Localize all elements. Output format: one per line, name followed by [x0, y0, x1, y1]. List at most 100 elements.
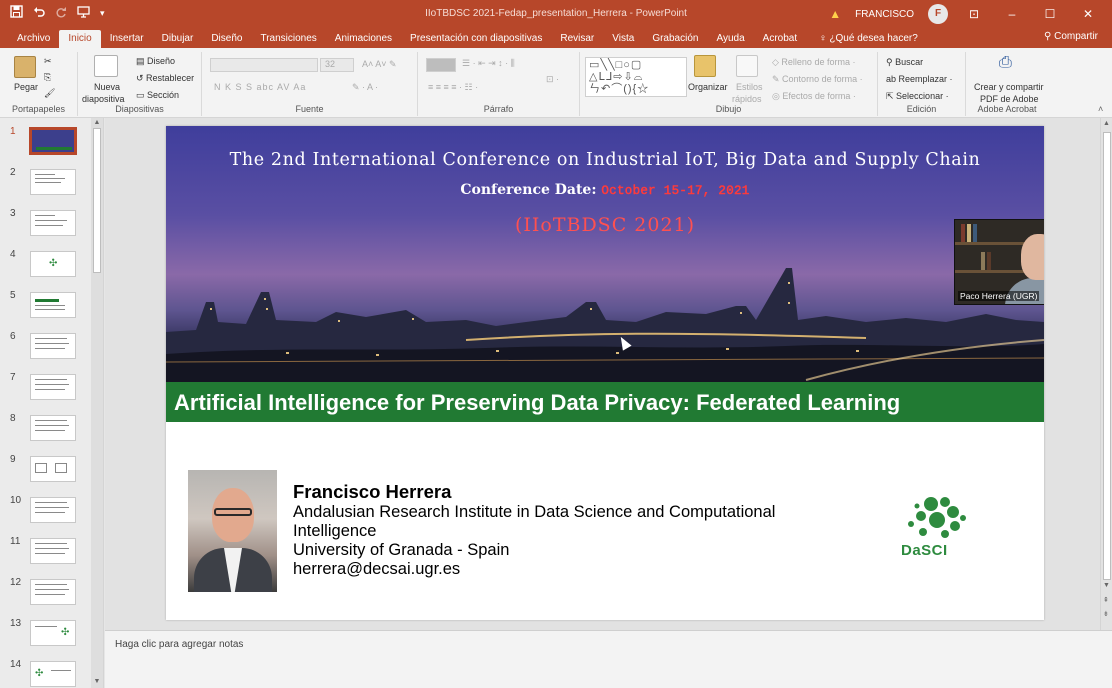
dasci-logo[interactable]: DaSCI: [891, 494, 981, 566]
close-icon[interactable]: ✕: [1076, 7, 1100, 21]
thumbnail-10[interactable]: 10: [0, 495, 92, 535]
tell-me-search[interactable]: ♀ ¿Qué desea hacer?: [810, 30, 927, 48]
tab-inicio[interactable]: Inicio: [59, 30, 101, 48]
paste-icon[interactable]: [14, 56, 36, 78]
notes-pane[interactable]: Haga clic para agregar notas: [105, 630, 1112, 688]
thumbnail-image[interactable]: [30, 456, 76, 482]
create-pdf-label-1[interactable]: Crear y compartir: [974, 82, 1044, 92]
thumbnail-image[interactable]: [30, 538, 76, 564]
tab-transiciones[interactable]: Transiciones: [251, 30, 325, 48]
new-slide-label-1[interactable]: Nueva: [94, 82, 120, 92]
scroll-up-icon[interactable]: ▲: [1103, 120, 1110, 127]
thumbnail-5[interactable]: 5: [0, 290, 92, 330]
arrange-button[interactable]: Organizar: [688, 82, 728, 92]
font-format-buttons[interactable]: N K S S abc AV Aa: [214, 82, 306, 92]
tab-insertar[interactable]: Insertar: [101, 30, 153, 48]
thumbnail-9[interactable]: 9: [0, 454, 92, 494]
quick-styles-label-1[interactable]: Estilos: [736, 82, 763, 92]
thumbnail-image[interactable]: [30, 333, 76, 359]
thumbnail-11[interactable]: 11: [0, 536, 92, 576]
thumbnail-4[interactable]: 4 ✣: [0, 249, 92, 289]
share-pdf-icon[interactable]: ⎙: [999, 54, 1012, 72]
tab-vista[interactable]: Vista: [603, 30, 643, 48]
create-pdf-label-2[interactable]: PDF de Adobe: [980, 94, 1039, 104]
reset-button[interactable]: ↺ Restablecer: [136, 73, 194, 84]
thumbnail-14[interactable]: 14 ✣: [0, 659, 92, 688]
thumbnail-image[interactable]: [29, 127, 77, 155]
avatar[interactable]: F: [928, 4, 948, 24]
warning-icon[interactable]: ▲: [829, 7, 841, 21]
thumbnail-image[interactable]: [30, 210, 76, 236]
thumbnail-image[interactable]: [30, 169, 76, 195]
tab-diseno[interactable]: Diseño: [202, 30, 251, 48]
arrange-icon[interactable]: [694, 55, 716, 77]
editor-scrollbar[interactable]: ▲ ▼ ⇞ ⇟: [1100, 118, 1112, 630]
slide-canvas[interactable]: The 2nd International Conference on Indu…: [166, 126, 1044, 620]
font-color-icon[interactable]: ✎ · A ·: [352, 82, 378, 93]
thumbnail-12[interactable]: 12: [0, 577, 92, 617]
previous-slide-icon[interactable]: ⇞: [1103, 596, 1109, 604]
tab-dibujar[interactable]: Dibujar: [153, 30, 203, 48]
thumbnail-3[interactable]: 3: [0, 208, 92, 248]
tab-presentacion[interactable]: Presentación con diapositivas: [401, 30, 551, 48]
shape-fill-button[interactable]: ◇ Relleno de forma ·: [772, 57, 855, 68]
tab-animaciones[interactable]: Animaciones: [326, 30, 401, 48]
shapes-gallery[interactable]: ▭╲╲□○▢ △ᒪᒧ⇨⇩⌓ ㄣ↶⌒(){☆: [585, 57, 687, 97]
tab-grabacion[interactable]: Grabación: [643, 30, 707, 48]
font-name-select[interactable]: [210, 58, 318, 72]
talk-title[interactable]: Artificial Intelligence for Preserving D…: [174, 390, 900, 416]
maximize-icon[interactable]: ☐: [1038, 7, 1062, 21]
collapse-ribbon-icon[interactable]: ˄: [1098, 104, 1103, 114]
scrollbar-thumb[interactable]: [93, 128, 101, 273]
quick-styles-label-2[interactable]: rápidos: [732, 94, 762, 104]
thumbnail-13[interactable]: 13 ✣: [0, 618, 92, 658]
font-size-select[interactable]: 32: [320, 58, 354, 72]
thumbnail-image[interactable]: [30, 415, 76, 441]
thumbnail-image[interactable]: [30, 497, 76, 523]
tab-ayuda[interactable]: Ayuda: [707, 30, 753, 48]
thumbnail-image[interactable]: ✣: [30, 620, 76, 646]
thumbnail-image[interactable]: [30, 579, 76, 605]
scroll-up-icon[interactable]: ▲: [93, 119, 101, 126]
notes-placeholder[interactable]: Haga clic para agregar notas: [115, 639, 243, 650]
thumbnail-scrollbar[interactable]: ▲ ▼: [91, 118, 103, 688]
align-icons[interactable]: ≡ ≡ ≡ ≡ · ☷ ·: [428, 82, 478, 93]
thumbnail-1[interactable]: 1: [0, 126, 92, 166]
minimize-icon[interactable]: –: [1000, 7, 1024, 21]
text-direction-icon[interactable]: ⊡ ·: [546, 74, 559, 85]
ribbon-display-icon[interactable]: ⊡: [962, 7, 986, 21]
next-slide-icon[interactable]: ⇟: [1103, 610, 1109, 618]
numbering-icon[interactable]: ☰ · ⇤ ⇥ ↕ · ⫼: [462, 58, 515, 69]
bullets-icon[interactable]: [426, 58, 456, 72]
replace-button[interactable]: ab Reemplazar ·: [886, 74, 953, 84]
conference-date[interactable]: Conference Date: October 15-17, 2021: [166, 182, 1044, 198]
new-slide-label-2[interactable]: diapositiva: [82, 94, 125, 104]
grow-font-icon[interactable]: A˄ A˅ ✎: [362, 59, 397, 70]
quick-styles-icon[interactable]: [736, 55, 758, 77]
thumbnail-2[interactable]: 2: [0, 167, 92, 207]
section-button[interactable]: ▭ Sección: [136, 90, 179, 101]
tab-archivo[interactable]: Archivo: [8, 30, 59, 48]
layout-button[interactable]: ▤ Diseño: [136, 56, 175, 67]
format-painter-icon[interactable]: 🖌: [44, 88, 55, 99]
share-button[interactable]: ⚲ Compartir: [1044, 31, 1098, 42]
tab-revisar[interactable]: Revisar: [551, 30, 603, 48]
shape-outline-button[interactable]: ✎ Contorno de forma ·: [772, 74, 863, 85]
speaker-info[interactable]: Francisco Herrera Andalusian Research In…: [293, 482, 853, 579]
thumbnail-image[interactable]: ✣: [30, 661, 76, 687]
scrollbar-thumb[interactable]: [1103, 132, 1111, 580]
tab-acrobat[interactable]: Acrobat: [754, 30, 806, 48]
scroll-down-icon[interactable]: ▼: [1103, 582, 1110, 589]
thumbnail-7[interactable]: 7: [0, 372, 92, 412]
thumbnail-8[interactable]: 8: [0, 413, 92, 453]
thumbnail-6[interactable]: 6: [0, 331, 92, 371]
new-slide-icon[interactable]: [94, 55, 118, 77]
thumbnail-image[interactable]: ✣: [30, 251, 76, 277]
copy-icon[interactable]: ⎘: [44, 72, 51, 83]
conference-title[interactable]: The 2nd International Conference on Indu…: [166, 150, 1044, 170]
thumbnail-image[interactable]: [30, 292, 76, 318]
find-button[interactable]: ⚲ Buscar: [886, 57, 923, 68]
scroll-down-icon[interactable]: ▼: [93, 678, 101, 685]
user-name[interactable]: FRANCISCO: [855, 9, 914, 20]
speaker-photo[interactable]: [188, 470, 277, 592]
